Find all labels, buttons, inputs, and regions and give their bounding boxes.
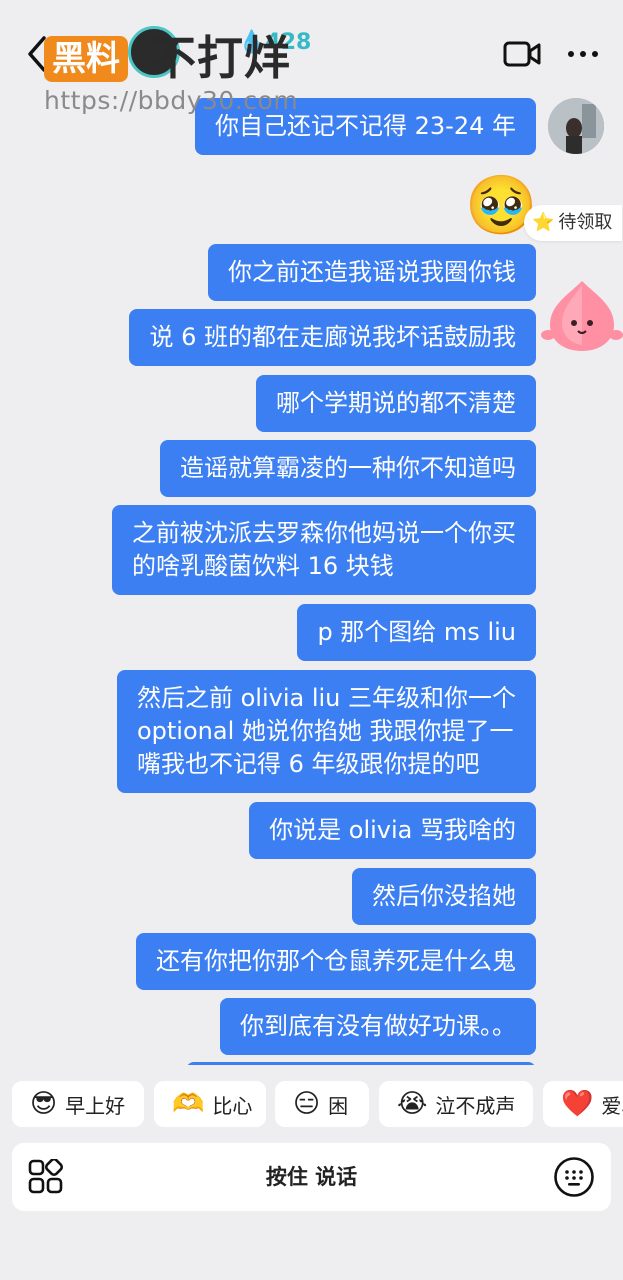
video-call-icon[interactable]	[503, 40, 541, 68]
message-bubble[interactable]: 然后之前 olivia liu 三年级和你一个 optional 她说你掐她 我…	[116, 670, 536, 793]
message-text: 然后你没掐她	[372, 882, 516, 910]
message-bubble[interactable]: 你说是 olivia 骂我啥的	[249, 802, 536, 859]
quick-reply-label: 比心	[212, 1093, 253, 1118]
message-bubble[interactable]: 哪个学期说的都不清楚	[256, 375, 536, 432]
input-bar: 按住 说话	[12, 1143, 611, 1211]
keyboard-icon[interactable]	[553, 1156, 595, 1198]
message-text: 你说是 olivia 骂我啥的	[269, 816, 516, 844]
watermark-text: 不打烊	[150, 31, 291, 85]
sunglasses-sun-icon: 😎	[30, 1089, 58, 1119]
quick-reply-heart[interactable]: ❤️ 爱心	[543, 1081, 623, 1127]
message-bubble[interactable]: 你之前还造我谣说我圈你钱	[208, 244, 536, 301]
more-options-icon[interactable]	[566, 44, 600, 64]
peach-mascot-icon[interactable]	[540, 275, 623, 355]
quick-reply-label: 困	[328, 1093, 349, 1118]
apps-grid-icon[interactable]	[28, 1159, 64, 1195]
message-text: 还有你把你那个仓鼠养死是什么鬼	[156, 947, 516, 975]
message-text: 嘴我也不记得 6 年级跟你提的吧	[136, 750, 480, 778]
message-text: 之前被沈派去罗森你他妈说一个你买	[132, 519, 516, 547]
chat-header: 💧428 黑料 不打烊	[0, 0, 623, 90]
quick-reply-sleepy[interactable]: 😑 困	[275, 1081, 369, 1127]
quick-reply-label: 早上好	[65, 1093, 126, 1118]
message-bubble[interactable]: p 那个图给 ms liu	[297, 604, 536, 661]
quick-reply-label: 泣不成声	[435, 1093, 516, 1118]
crying-face-icon: 😭	[397, 1089, 428, 1119]
message-list[interactable]: 你自己还记不记得 23-24 年 🥹 ⭐ 待领取 你之前还造我谣说我圈你钱 说 …	[0, 90, 623, 1065]
message-text: p 那个图给 ms liu	[317, 618, 516, 646]
message-bubble[interactable]: 说 6 班的都在走廊说我坏话鼓励我	[129, 309, 536, 366]
message-bubble[interactable]: 造谣就算霸凌的一种你不知道吗	[160, 440, 536, 497]
sleepy-face-icon: 😑	[293, 1089, 321, 1119]
message-text: 你自己还记不记得 23-24 年	[215, 112, 516, 140]
red-heart-icon: ❤️	[561, 1089, 594, 1119]
message-text: 你到底有没有做好功课。。	[240, 1012, 516, 1040]
message-bubble[interactable]: 然后你没掐她	[352, 868, 536, 925]
quick-reply-heart-hands[interactable]: 🫶 比心	[154, 1081, 266, 1127]
message-text: 造谣就算霸凌的一种你不知道吗	[180, 454, 516, 482]
quick-reply-crying[interactable]: 😭 泣不成声	[379, 1081, 533, 1127]
message-text: 哪个学期说的都不清楚	[276, 389, 516, 417]
pending-reward-label: 待领取	[558, 212, 613, 233]
message-text: 你之前还造我谣说我圈你钱	[228, 258, 516, 286]
quick-reply-bar: 😎 早上好 🫶 比心 😑 困 😭 泣不成声 ❤️ 爱心	[0, 1081, 623, 1127]
message-text: 说 6 班的都在走廊说我坏话鼓励我	[149, 323, 516, 351]
self-avatar[interactable]	[548, 98, 604, 154]
message-text: optional 她说你掐她 我跟你提了一	[136, 717, 514, 745]
message-bubble-partial[interactable]	[186, 1062, 536, 1065]
hold-to-talk-button[interactable]: 按住 说话	[12, 1143, 611, 1211]
message-bubble[interactable]: 你到底有没有做好功课。。	[220, 998, 536, 1055]
message-bubble[interactable]: 还有你把你那个仓鼠养死是什么鬼	[136, 933, 536, 990]
quick-reply-good-morning[interactable]: 😎 早上好	[12, 1081, 144, 1127]
message-text: 然后之前 olivia liu 三年级和你一个	[136, 684, 516, 712]
message-text: 的啥乳酸菌饮料 16 块钱	[132, 552, 394, 580]
self-avatar-photo	[548, 98, 604, 154]
quick-reply-label: 爱心	[601, 1093, 623, 1118]
message-bubble[interactable]: 之前被沈派去罗森你他妈说一个你买 的啥乳酸菌饮料 16 块钱	[112, 505, 536, 595]
pending-reward-chip[interactable]: ⭐ 待领取	[524, 205, 623, 241]
watermark-logo: 黑料	[44, 36, 128, 82]
watermark-url: https://bbdy30.com	[44, 86, 299, 115]
star-icon: ⭐	[532, 212, 555, 233]
heart-hands-icon: 🫶	[172, 1089, 205, 1119]
